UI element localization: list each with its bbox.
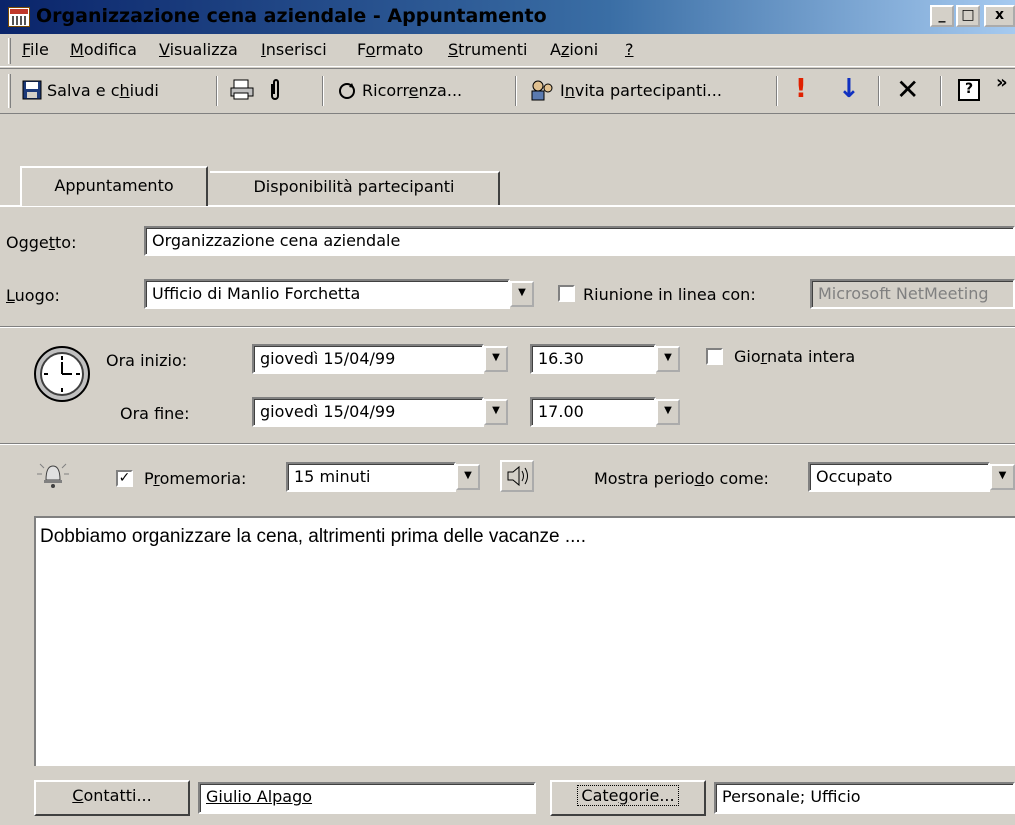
menu-strumenti[interactable]: Strumenti xyxy=(448,40,527,59)
online-meeting-checkbox[interactable] xyxy=(558,285,575,302)
bell-icon xyxy=(34,456,72,492)
menu-grip xyxy=(8,38,11,64)
help-button[interactable]: ? xyxy=(958,79,980,101)
reminder-dropdown-button[interactable] xyxy=(456,464,480,490)
recurrence-icon xyxy=(336,80,358,102)
categories-button[interactable]: Categorie... xyxy=(550,780,706,816)
toolbar-separator xyxy=(776,76,778,106)
location-label: Luogo: xyxy=(6,286,60,305)
save-icon xyxy=(22,80,42,100)
importance-low-button[interactable]: ↓ xyxy=(838,74,860,104)
calendar-icon xyxy=(8,7,30,27)
print-icon[interactable] xyxy=(228,78,256,102)
notes-textarea[interactable]: Dobbiamo organizzare la cena, altrimenti… xyxy=(34,516,1015,766)
menu-formato[interactable]: Formato xyxy=(357,40,423,59)
toolbar-separator xyxy=(878,76,880,106)
online-meeting-label: Riunione in linea con: xyxy=(583,285,756,304)
minimize-button[interactable]: _ xyxy=(930,5,954,27)
categories-input[interactable]: Personale; Ufficio xyxy=(714,782,1015,814)
contact-link[interactable]: Giulio Alpago xyxy=(206,787,312,806)
reminder-label: Promemoria: xyxy=(144,469,247,488)
tab-appuntamento[interactable]: Appuntamento xyxy=(20,166,208,206)
start-date-input[interactable]: giovedì 15/04/99 xyxy=(252,344,484,374)
invite-button[interactable]: Invita partecipanti... xyxy=(560,81,722,100)
end-label: Ora fine: xyxy=(120,404,190,423)
menu-inserisci[interactable]: Inserisci xyxy=(261,40,327,59)
delete-button[interactable]: ✕ xyxy=(896,73,919,106)
recurrence-button[interactable]: Ricorrenza... xyxy=(362,81,462,100)
show-as-dropdown-button[interactable] xyxy=(990,464,1015,490)
reminder-checkbox[interactable]: ✓ xyxy=(116,470,133,487)
subject-input[interactable]: Organizzazione cena aziendale xyxy=(144,226,1015,256)
menu-help[interactable]: ? xyxy=(625,40,634,59)
reminder-input[interactable]: 15 minuti xyxy=(286,462,456,492)
show-as-input[interactable]: Occupato xyxy=(808,462,990,492)
sound-button[interactable] xyxy=(500,460,534,492)
toolbar-separator xyxy=(515,76,517,106)
speaker-icon xyxy=(507,465,528,487)
allday-checkbox[interactable] xyxy=(706,348,723,365)
close-button[interactable]: x xyxy=(984,5,1015,27)
start-label: Ora inizio: xyxy=(106,351,188,370)
attach-icon[interactable] xyxy=(266,78,284,102)
clock-icon xyxy=(32,344,92,404)
invite-icon xyxy=(528,78,556,102)
divider xyxy=(0,326,1015,328)
start-time-input[interactable]: 16.30 xyxy=(530,344,656,374)
divider xyxy=(0,443,1015,445)
start-date-dropdown-button[interactable] xyxy=(484,346,508,372)
contacts-button[interactable]: Contatti... xyxy=(34,780,190,816)
toolbar-separator xyxy=(940,76,942,106)
more-button[interactable]: » xyxy=(996,72,1008,93)
end-date-input[interactable]: giovedì 15/04/99 xyxy=(252,397,484,427)
end-time-dropdown-button[interactable] xyxy=(656,399,680,425)
online-meeting-input: Microsoft NetMeeting xyxy=(810,279,1015,309)
location-dropdown-button[interactable] xyxy=(510,281,534,307)
menu-azioni[interactable]: Azioni xyxy=(550,40,598,59)
toolbar-separator xyxy=(216,76,218,106)
start-time-dropdown-button[interactable] xyxy=(656,346,680,372)
window-title: Organizzazione cena aziendale - Appuntam… xyxy=(36,5,547,27)
end-time-input[interactable]: 17.00 xyxy=(530,397,656,427)
menu-modifica[interactable]: Modifica xyxy=(70,40,137,59)
toolbar-grip xyxy=(8,74,11,108)
contacts-input[interactable]: Giulio Alpago xyxy=(198,782,536,814)
toolbar-separator xyxy=(322,76,324,106)
allday-label: Giornata intera xyxy=(734,347,856,366)
importance-high-button[interactable]: ! xyxy=(795,74,807,104)
tab-disponibilita[interactable]: Disponibilità partecipanti xyxy=(210,171,500,205)
menu-visualizza[interactable]: Visualizza xyxy=(159,40,238,59)
show-as-label: Mostra periodo come: xyxy=(594,469,769,488)
maximize-button[interactable]: □ xyxy=(956,5,980,27)
location-input[interactable]: Ufficio di Manlio Forchetta xyxy=(144,279,510,309)
menu-file[interactable]: File xyxy=(22,40,49,59)
save-close-button[interactable]: Salva e chiudi xyxy=(47,81,159,100)
subject-label: Oggetto: xyxy=(6,233,77,252)
end-date-dropdown-button[interactable] xyxy=(484,399,508,425)
